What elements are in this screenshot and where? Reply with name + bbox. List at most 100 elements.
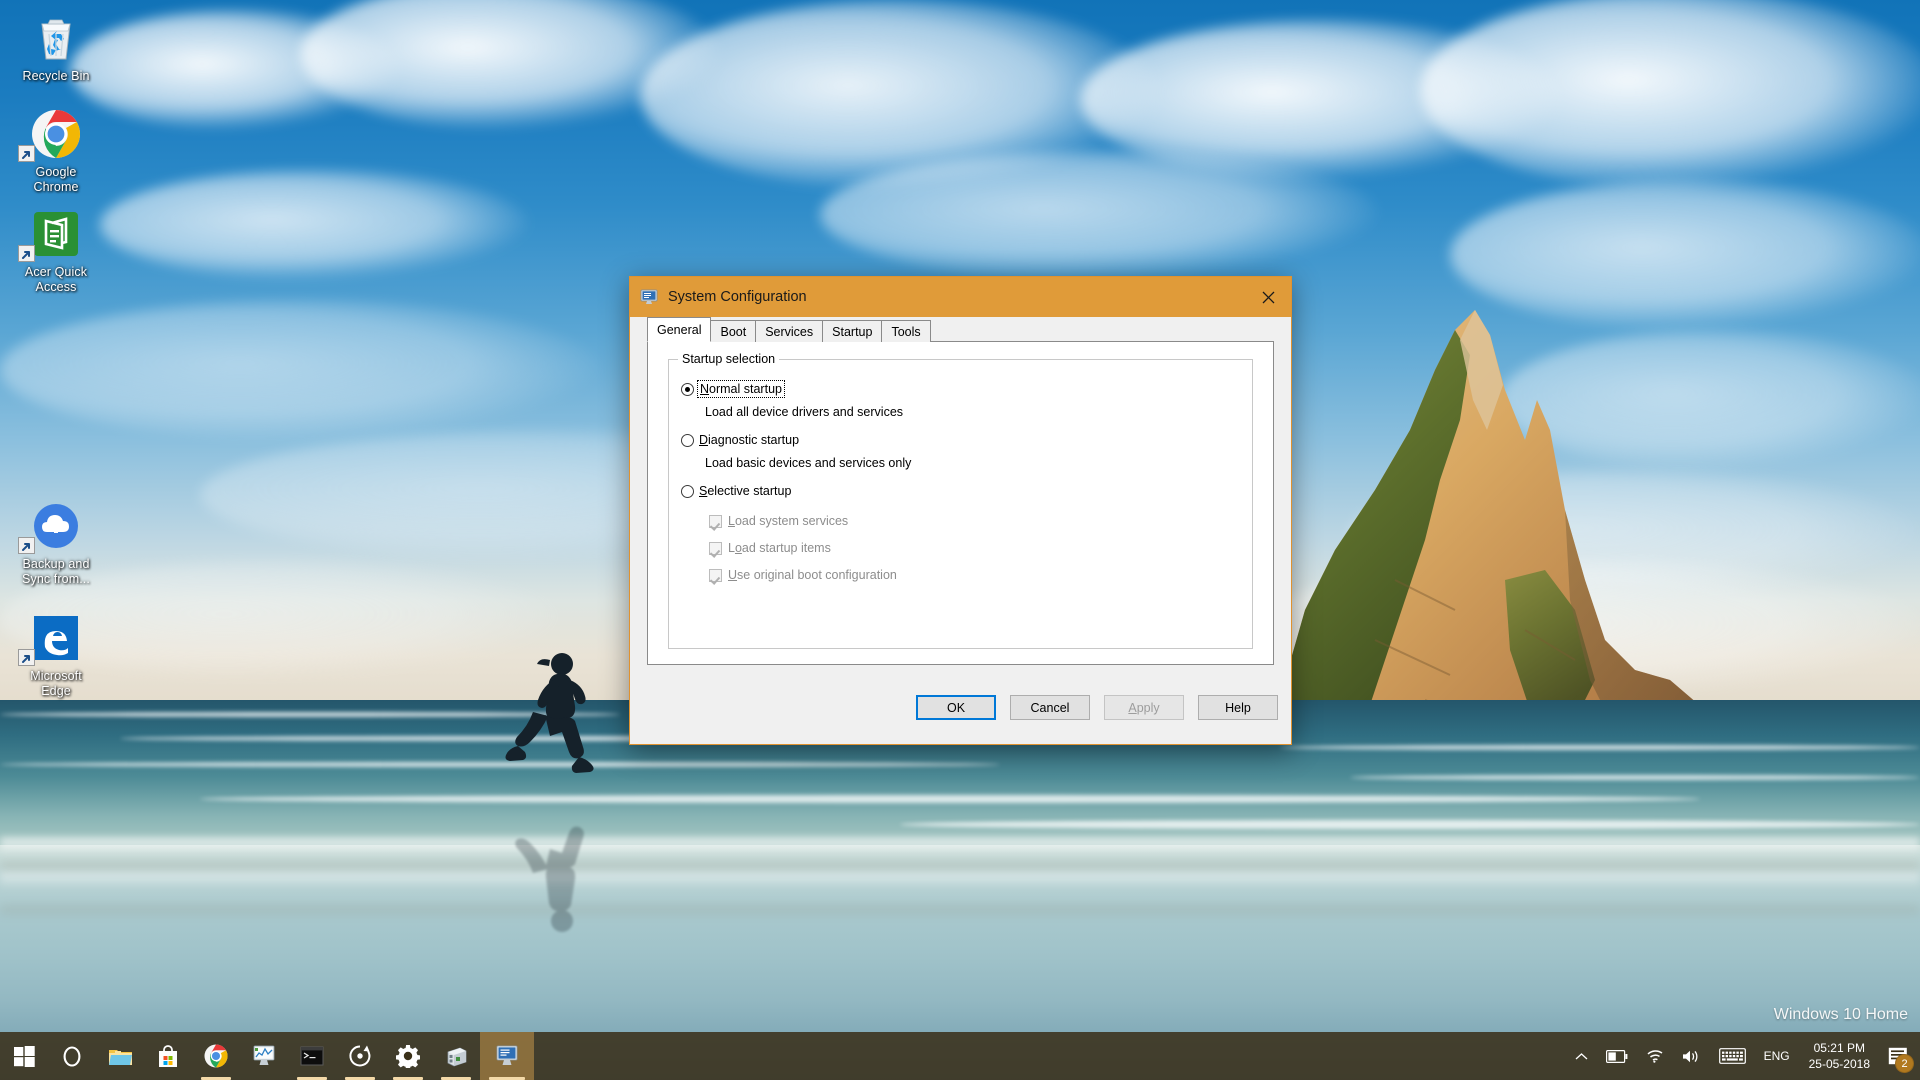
checkbox-indicator — [709, 514, 722, 528]
shortcut-arrow-icon — [18, 245, 35, 262]
action-center-button[interactable]: 2 — [1880, 1032, 1920, 1080]
radio-indicator — [681, 484, 694, 498]
desktop-icon-label: Acer Quick Access — [24, 265, 88, 294]
ok-button[interactable]: OK — [916, 695, 996, 720]
backup-and-sync-icon — [8, 500, 104, 554]
desktop-icon-google-chrome[interactable]: Google Chrome — [8, 108, 104, 195]
button-label: Help — [1225, 700, 1251, 715]
close-icon[interactable] — [1245, 277, 1291, 317]
help-button[interactable]: Help — [1198, 695, 1278, 720]
wave — [900, 820, 1920, 829]
settings-button[interactable] — [384, 1032, 432, 1080]
dialog-title-bar[interactable]: System Configuration — [630, 277, 1291, 317]
desktop-icon-backup-and-sync[interactable]: Backup and Sync from... — [8, 500, 104, 587]
diagnostic-startup-description: Load basic devices and services only — [705, 456, 912, 470]
button-label: OK — [946, 700, 966, 715]
tab-label: Startup — [832, 324, 873, 339]
command-prompt-icon — [300, 1046, 324, 1066]
tab-label: Boot — [720, 324, 747, 339]
file-explorer-button[interactable] — [96, 1032, 144, 1080]
checkbox-use-original-boot-configuration[interactable]: Use original boot configuration — [709, 568, 897, 582]
device-manager-button[interactable] — [432, 1032, 480, 1080]
tab-services[interactable]: Services — [755, 320, 824, 342]
system-tray[interactable]: ENG 05:21 PM 25-05-2018 2 — [1566, 1032, 1920, 1080]
system-configuration-dialog[interactable]: System Configuration General Boot Servic… — [629, 276, 1292, 745]
tab-page-general: Startup selection Normal startup Load al… — [647, 342, 1274, 665]
radio-normal-startup[interactable]: Normal startup — [681, 380, 785, 398]
tab-label: Tools — [891, 324, 921, 339]
cancel-button[interactable]: Cancel — [1010, 695, 1090, 720]
file-explorer-icon — [108, 1049, 132, 1065]
desktop-icon-recycle-bin[interactable]: Recycle Bin — [8, 12, 104, 84]
sand-bar — [0, 862, 1920, 869]
radio-label: Selective startup — [699, 484, 792, 498]
recovery-circle-icon — [349, 1045, 371, 1067]
cloud — [100, 170, 530, 280]
checkbox-indicator — [709, 541, 722, 555]
taskbar[interactable]: ENG 05:21 PM 25-05-2018 2 — [0, 1032, 1920, 1080]
desktop-icon-label: Google Chrome — [33, 165, 79, 194]
cortana-button[interactable] — [48, 1032, 96, 1080]
google-chrome-icon — [204, 1044, 228, 1068]
acer-quick-access-icon — [8, 208, 104, 262]
task-manager-button[interactable] — [240, 1032, 288, 1080]
surf-foam — [0, 838, 1920, 854]
recycle-bin-icon — [8, 12, 104, 64]
startup-selection-groupbox: Startup selection Normal startup Load al… — [668, 352, 1253, 649]
keyboard-icon[interactable] — [1710, 1032, 1755, 1080]
shortcut-arrow-icon — [18, 537, 35, 554]
tab-tools[interactable]: Tools — [881, 320, 931, 342]
battery-icon[interactable] — [1597, 1032, 1637, 1080]
checkbox-label: Load startup items — [728, 541, 831, 555]
runner-silhouette — [500, 650, 605, 795]
wave — [1280, 745, 1920, 750]
groupbox-legend: Startup selection — [678, 352, 780, 366]
wifi-icon[interactable] — [1637, 1032, 1673, 1080]
tab-label: Services — [765, 324, 814, 339]
windows-edition-watermark: Windows 10 Home — [1773, 1006, 1908, 1023]
checkbox-indicator — [709, 568, 722, 582]
language-indicator[interactable]: ENG — [1755, 1032, 1799, 1080]
dialog-title: System Configuration — [668, 289, 807, 305]
cloud — [0, 300, 600, 440]
desktop-icon-acer-quick-access[interactable]: Acer Quick Access — [8, 208, 104, 295]
desktop-icon-label: Recycle Bin — [22, 69, 90, 83]
button-label: Cancel — [1030, 700, 1070, 715]
tab-startup[interactable]: Startup — [822, 320, 883, 342]
runner-reflection — [500, 795, 605, 935]
desktop-icon-microsoft-edge[interactable]: Microsoft Edge — [8, 612, 104, 699]
system-configuration-button[interactable] — [480, 1032, 534, 1080]
command-prompt-button[interactable] — [288, 1032, 336, 1080]
clock-time: 05:21 PM — [1813, 1041, 1865, 1055]
dialog-button-bar: OK Cancel Apply Help — [630, 678, 1291, 744]
google-chrome-icon — [8, 108, 104, 162]
microsoft-store-icon — [159, 1044, 177, 1067]
cortana-circle-icon — [63, 1045, 81, 1067]
microsoft-store-button[interactable] — [144, 1032, 192, 1080]
clock[interactable]: 05:21 PM 25-05-2018 — [1799, 1032, 1880, 1080]
cloud — [820, 150, 1380, 280]
chrome-button[interactable] — [192, 1032, 240, 1080]
apply-button: Apply — [1104, 695, 1184, 720]
radio-diagnostic-startup[interactable]: Diagnostic startup — [681, 433, 799, 447]
radio-indicator — [681, 433, 694, 447]
desktop-icon-label: Backup and Sync from... — [22, 557, 90, 586]
checkbox-load-system-services[interactable]: Load system services — [709, 514, 848, 528]
windows-logo-icon — [13, 1045, 35, 1067]
microsoft-edge-icon — [8, 612, 104, 666]
tab-boot[interactable]: Boot — [710, 320, 757, 342]
start-button[interactable] — [0, 1032, 48, 1080]
speaker-icon[interactable] — [1673, 1032, 1710, 1080]
task-manager-icon — [253, 1045, 274, 1065]
shortcut-arrow-icon — [18, 145, 35, 162]
tab-general[interactable]: General — [647, 317, 712, 342]
checkbox-load-startup-items[interactable]: Load startup items — [709, 541, 831, 555]
tab-strip[interactable]: General Boot Services Startup Tools — [630, 317, 1291, 342]
show-hidden-icons-chevron[interactable] — [1566, 1032, 1597, 1080]
radio-selective-startup[interactable]: Selective startup — [681, 484, 791, 498]
system-configuration-icon — [496, 1045, 517, 1065]
recovery-button[interactable] — [336, 1032, 384, 1080]
radio-label: Normal startup — [697, 380, 785, 398]
button-label: Apply — [1128, 700, 1160, 715]
checkbox-label: Use original boot configuration — [728, 568, 897, 582]
